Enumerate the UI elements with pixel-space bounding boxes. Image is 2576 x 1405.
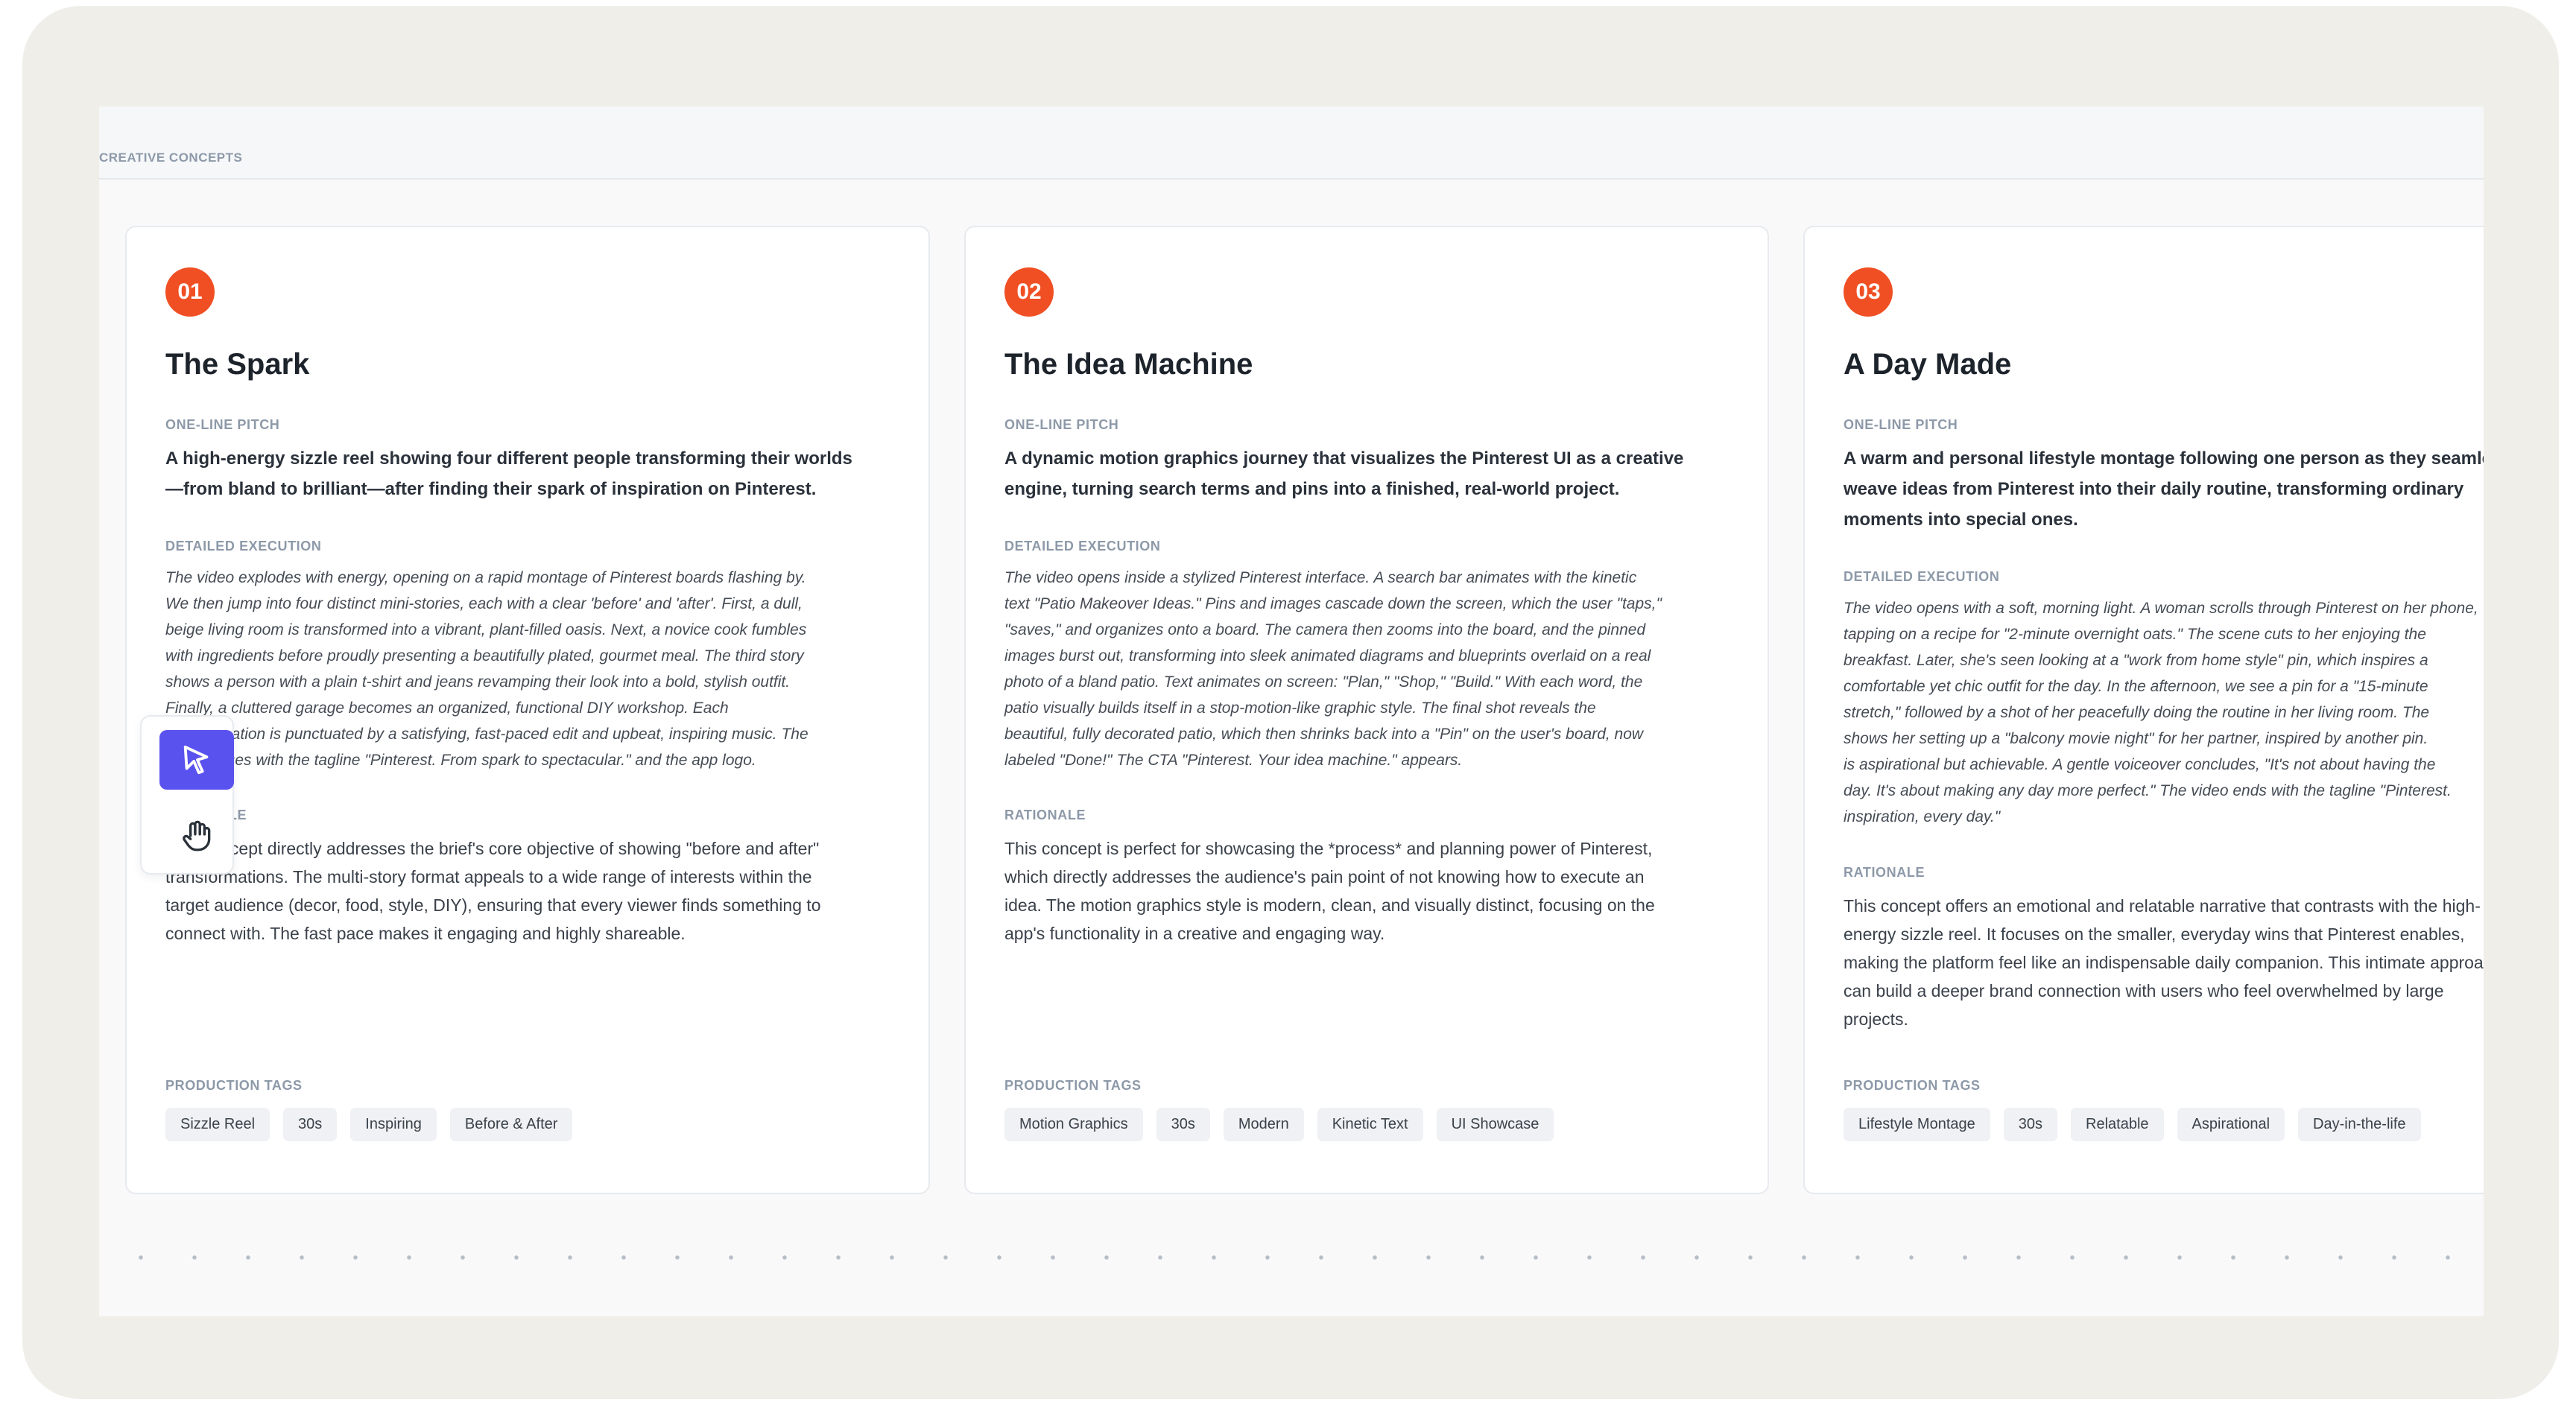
section-header: CREATIVE CONCEPTS	[99, 107, 2484, 180]
tag-chip[interactable]: Day-in-the-life	[2298, 1108, 2421, 1141]
rationale-label: RATIONALE	[1844, 865, 1925, 880]
tag-chip[interactable]: Motion Graphics	[1004, 1108, 1143, 1141]
pitch-text: A high-energy sizzle reel showing four d…	[165, 448, 852, 499]
hand-tool-button[interactable]	[159, 806, 234, 866]
concept-card-3[interactable]: 03 A Day Made ONE-LINE PITCH A warm and …	[1803, 226, 2484, 1194]
tag-chip[interactable]: Lifestyle Montage	[1844, 1108, 1990, 1141]
pitch-label: ONE-LINE PITCH	[1004, 417, 1119, 432]
pitch-label: ONE-LINE PITCH	[165, 417, 280, 432]
execution-label: DETAILED EXECUTION	[165, 539, 322, 554]
pitch-label: ONE-LINE PITCH	[1844, 417, 1958, 432]
tag-chip[interactable]: 30s	[283, 1108, 338, 1141]
concept-title: The Idea Machine	[1004, 348, 1253, 381]
execution-text: The video explodes with energy, opening …	[165, 569, 808, 769]
concept-number-badge: 01	[165, 267, 215, 317]
tag-chip[interactable]: Inspiring	[350, 1108, 437, 1141]
app-frame: CREATIVE CONCEPTS 01 The Spark ONE-LINE …	[22, 6, 2559, 1399]
canvas[interactable]: CREATIVE CONCEPTS 01 The Spark ONE-LINE …	[99, 107, 2484, 1316]
rationale-label: RATIONALE	[1004, 808, 1086, 822]
tags-label: PRODUCTION TAGS	[1844, 1078, 1981, 1093]
hand-pan-icon	[183, 820, 211, 851]
rationale-text: This concept directly addresses the brie…	[165, 839, 821, 943]
tag-chip[interactable]: 30s	[1156, 1108, 1210, 1141]
tag-list: Sizzle Reel 30s Inspiring Before & After	[165, 1108, 573, 1141]
rationale-text: This concept is perfect for showcasing t…	[1004, 839, 1655, 943]
tag-chip[interactable]: Modern	[1223, 1108, 1304, 1141]
rationale-text: This concept offers an emotional and rel…	[1844, 896, 2484, 1029]
tag-chip[interactable]: Sizzle Reel	[165, 1108, 270, 1141]
tag-chip[interactable]: Before & After	[449, 1108, 573, 1141]
tag-list: Lifestyle Montage 30s Relatable Aspirati…	[1844, 1108, 2421, 1141]
concept-number-badge: 02	[1004, 267, 1054, 317]
tag-list: Motion Graphics 30s Modern Kinetic Text …	[1004, 1108, 1554, 1141]
canvas-toolbar	[140, 715, 234, 875]
tag-chip[interactable]: UI Showcase	[1436, 1108, 1554, 1141]
cursor-arrow-icon	[183, 745, 209, 775]
concept-card-2[interactable]: 02 The Idea Machine ONE-LINE PITCH A dyn…	[964, 226, 1769, 1194]
execution-label: DETAILED EXECUTION	[1004, 539, 1161, 554]
section-label: CREATIVE CONCEPTS	[99, 150, 243, 165]
execution-text: The video opens inside a stylized Pinter…	[1004, 569, 1662, 769]
select-tool-button[interactable]	[159, 730, 234, 790]
concept-number-badge: 03	[1844, 267, 1893, 317]
tag-chip[interactable]: 30s	[2003, 1108, 2058, 1141]
canvas-dot-grid	[114, 1254, 2484, 1261]
pitch-text: A warm and personal lifestyle montage fo…	[1844, 448, 2484, 530]
pitch-text: A dynamic motion graphics journey that v…	[1004, 448, 1684, 499]
tags-label: PRODUCTION TAGS	[1004, 1078, 1142, 1093]
tag-chip[interactable]: Kinetic Text	[1317, 1108, 1423, 1141]
tag-chip[interactable]: Relatable	[2071, 1108, 2164, 1141]
concept-title: The Spark	[165, 348, 310, 381]
tags-label: PRODUCTION TAGS	[165, 1078, 303, 1093]
execution-label: DETAILED EXECUTION	[1844, 569, 2000, 584]
concept-title: A Day Made	[1844, 348, 2012, 381]
tag-chip[interactable]: Aspirational	[2177, 1108, 2285, 1141]
concept-card-1[interactable]: 01 The Spark ONE-LINE PITCH A high-energ…	[125, 226, 930, 1194]
execution-text: The video opens with a soft, morning lig…	[1844, 600, 2478, 825]
